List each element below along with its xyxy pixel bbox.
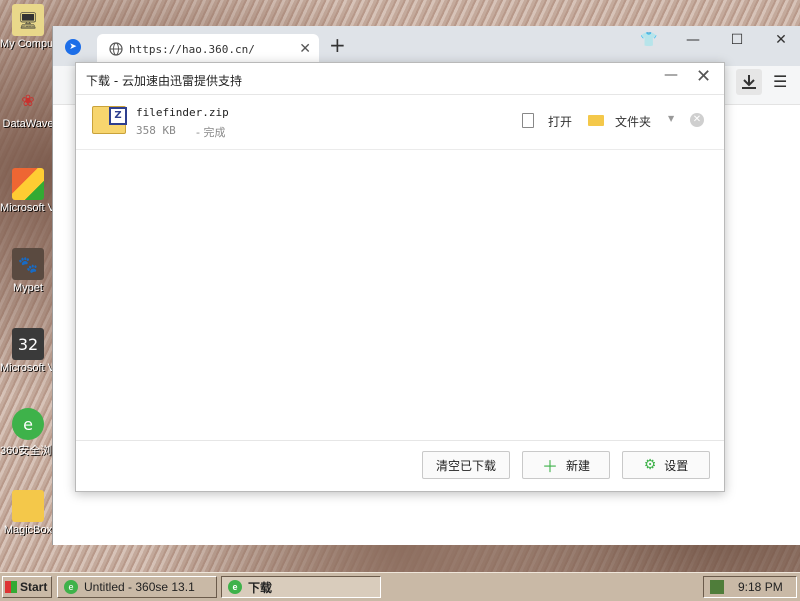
- taskbar: Start e Untitled - 360se 13.1 e 下载 9:18 …: [0, 572, 800, 601]
- taskbar-item-browser[interactable]: e Untitled - 360se 13.1: [57, 576, 217, 598]
- browser-logo-icon[interactable]: ➤: [65, 39, 81, 55]
- 360-browser-icon: e: [64, 580, 78, 594]
- folder-icon: [588, 115, 604, 126]
- remove-item-icon[interactable]: ✕: [690, 113, 704, 127]
- download-item[interactable]: Z filefinder.zip 358 KB - 完成 打开 文件夹 ▼ ✕: [76, 95, 724, 150]
- globe-icon: [109, 42, 123, 56]
- open-folder-button[interactable]: 文件夹: [615, 113, 651, 130]
- gear-icon: ⚙: [643, 457, 657, 473]
- window-minimize-button[interactable]: —: [681, 32, 705, 48]
- skin-icon[interactable]: 👕: [637, 32, 661, 48]
- plus-icon: ＋: [541, 457, 558, 476]
- tab-close-icon[interactable]: ✕: [299, 41, 311, 57]
- 360-browser-icon: e: [228, 580, 242, 594]
- download-status: - 完成: [196, 126, 226, 139]
- desktop-icon-my-computer[interactable]: 🖥 My Computer: [0, 4, 56, 50]
- mypet-icon: 🐾: [12, 248, 44, 280]
- window-close-button[interactable]: ✕: [769, 32, 793, 48]
- 360-browser-icon: e: [12, 408, 44, 440]
- desktop-icon-visual-cpp[interactable]: Microsoft Visual C++: [0, 168, 56, 214]
- visual-cpp-icon: [12, 168, 44, 200]
- window-maximize-button[interactable]: ☐: [725, 32, 749, 48]
- start-button[interactable]: Start: [2, 576, 52, 598]
- file-icon: [522, 113, 534, 128]
- desktop-icon-magicbox[interactable]: MagicBox: [0, 490, 56, 536]
- visual-basic-icon: 32: [12, 328, 44, 360]
- download-dialog: 下载 - 云加速由迅雷提供支持 — ✕ Z filefinder.zip 358…: [75, 62, 725, 492]
- file-name: filefinder.zip: [136, 106, 229, 119]
- desktop-icon-visual-basic[interactable]: 32 Microsoft Visual Basic: [0, 328, 56, 374]
- clear-downloaded-button[interactable]: 清空已下载: [422, 451, 510, 479]
- dialog-minimize-button[interactable]: —: [664, 67, 678, 83]
- file-size: 358 KB: [136, 124, 176, 137]
- tab-bar: ➤ https://hao.360.cn/ ✕ + 👕 — ☐ ✕: [53, 26, 800, 66]
- settings-button[interactable]: ⚙ 设置: [622, 451, 710, 479]
- tab-url: https://hao.360.cn/: [129, 43, 255, 56]
- open-file-button[interactable]: 打开: [548, 113, 572, 130]
- download-icon: [742, 75, 756, 89]
- desktop-icon-360-browser[interactable]: e 360安全浏览器: [0, 408, 56, 458]
- datawave-icon: ❀: [21, 90, 35, 110]
- dialog-close-button[interactable]: ✕: [696, 66, 711, 87]
- computer-icon: 🖥: [12, 4, 44, 36]
- new-download-button[interactable]: ＋ 新建: [522, 451, 610, 479]
- dialog-title: 下载 - 云加速由迅雷提供支持: [86, 74, 242, 88]
- clock: 9:18 PM: [738, 580, 783, 594]
- menu-button[interactable]: ☰: [773, 72, 787, 91]
- taskbar-item-downloads[interactable]: e 下载: [221, 576, 381, 598]
- zip-file-icon: Z: [92, 106, 127, 134]
- downloads-toolbar-button[interactable]: [736, 69, 762, 95]
- desktop-icon-datawave[interactable]: ❀ DataWave: [0, 84, 56, 131]
- chevron-down-icon[interactable]: ▼: [668, 114, 674, 123]
- new-tab-button[interactable]: +: [329, 35, 346, 55]
- system-tray: 9:18 PM: [703, 576, 797, 598]
- network-icon[interactable]: [710, 580, 724, 594]
- divider: [76, 440, 724, 441]
- windows-flag-icon: [5, 581, 17, 593]
- desktop-icon-mypet[interactable]: 🐾 Mypet: [0, 248, 56, 294]
- folder-icon: [12, 490, 44, 522]
